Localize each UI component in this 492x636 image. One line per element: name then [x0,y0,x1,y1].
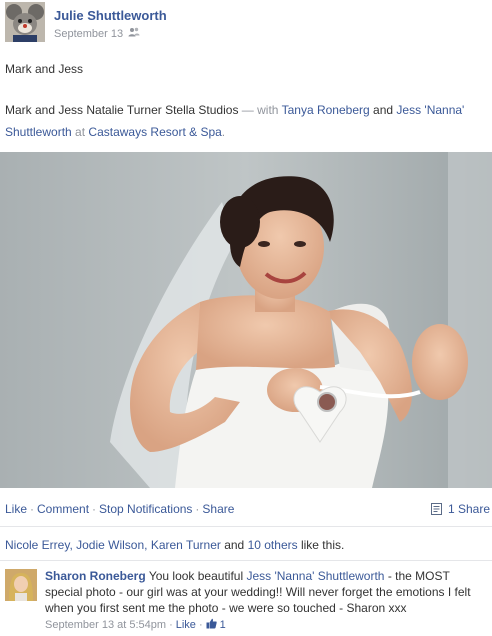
post-photo[interactable] [0,152,492,488]
share-link[interactable]: Share [202,502,234,516]
at-label: at [75,125,86,139]
period: . [221,125,226,139]
comment-item: Sharon Roneberg You look beautiful Jess … [0,562,492,636]
post-body: Mark and Jess Natalie Turner Stella Stud… [5,99,487,143]
likes-suffix: like this. [300,538,345,552]
likers-link[interactable]: Nicole Errey, Jodie Wilson, Karen Turner [5,538,221,552]
separator: · [92,502,97,516]
commenter-photo-icon [5,569,37,601]
comment-text-part: You look beautiful [148,569,244,583]
like-link[interactable]: Like [5,502,27,516]
mention-link[interactable]: Jess 'Nanna' Shuttleworth [246,569,384,583]
separator: · [30,502,35,516]
commenter-name[interactable]: Sharon Roneberg [45,569,146,583]
author-avatar[interactable] [5,2,45,42]
likes-and: and [224,538,245,552]
comment-like-count[interactable]: 1 [220,619,226,631]
likes-text: Nicole Errey, Jodie Wilson, Karen Turner… [5,538,344,552]
share-icon [430,502,442,515]
comment-timestamp[interactable]: September 13 at 5:54pm [45,619,166,631]
stop-notifications-link[interactable]: Stop Notifications [99,502,192,516]
post-header: Julie Shuttleworth September 13 [5,2,485,44]
comment-like-link[interactable]: Like [176,619,196,631]
comment-link[interactable]: Comment [37,502,89,516]
post-date[interactable]: September 13 [54,28,123,40]
commenter-avatar[interactable] [5,569,37,601]
tagged-user-link[interactable]: Tanya Roneberg [282,103,370,117]
post-caption: Mark and Jess [5,62,84,76]
bride-photo-image [0,152,492,488]
share-count-label[interactable]: 1 Share [448,502,490,516]
with-label: — with [241,103,279,117]
and-label: and [373,103,394,117]
likes-summary: Nicole Errey, Jodie Wilson, Karen Turner… [0,526,492,561]
thumbs-up-icon [206,618,217,632]
place-link[interactable]: Castaways Resort & Spa [88,125,221,139]
other-likers-link[interactable]: 10 others [248,538,298,552]
post-meta: September 13 [54,27,140,40]
separator: · [198,619,203,631]
comment-meta: September 13 at 5:54pm · Like · 1 [45,618,226,632]
separator: · [195,502,200,516]
author-name[interactable]: Julie Shuttleworth [54,8,167,23]
post-actions: Like · Comment · Stop Notifications · Share 1 … [5,502,490,518]
share-count[interactable]: 1 Share [430,502,490,516]
comment-body: Sharon Roneberg You look beautiful Jess … [45,568,485,616]
separator: · [169,619,173,631]
mouse-mascot-avatar-icon [5,2,45,42]
post-body-intro: Mark and Jess Natalie Turner Stella Stud… [5,103,239,117]
friends-icon[interactable] [128,27,140,40]
